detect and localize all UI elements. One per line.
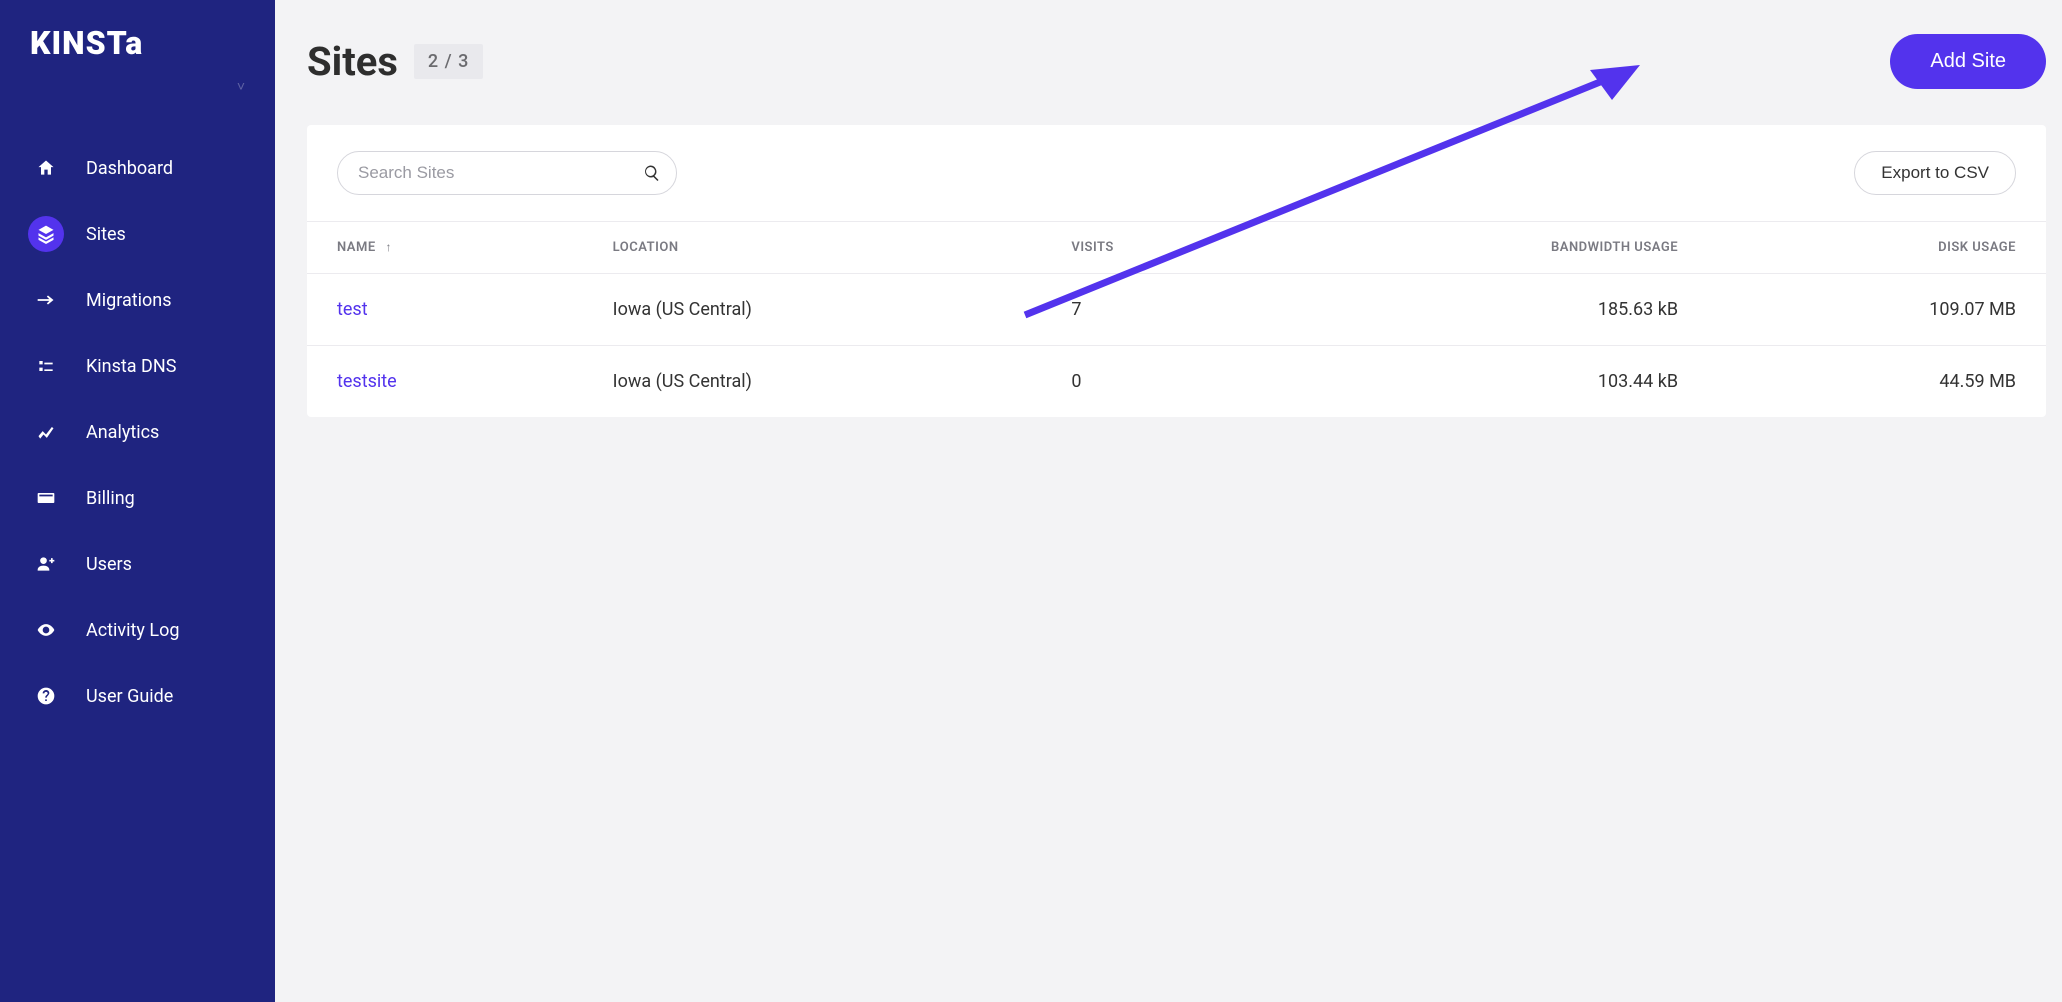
- analytics-icon: [28, 414, 64, 450]
- cell-visits: 7: [1041, 274, 1277, 346]
- cell-location: Iowa (US Central): [583, 274, 1042, 346]
- col-header-disk[interactable]: DISK USAGE: [1708, 222, 2046, 274]
- dns-icon: [28, 348, 64, 384]
- users-icon: [28, 546, 64, 582]
- sidebar-item-label: Analytics: [86, 422, 247, 443]
- sidebar-item-label: User Guide: [86, 686, 247, 707]
- sidebar-item-billing[interactable]: Billing: [0, 465, 275, 531]
- page-header: Sites 2 / 3 Add Site: [307, 34, 2046, 89]
- cell-bandwidth: 103.44 kB: [1277, 346, 1708, 418]
- chevron-down-icon: ˅: [237, 78, 245, 95]
- sidebar-item-label: Dashboard: [86, 158, 247, 179]
- sites-table: NAME ↑ LOCATION VISITS BANDWIDTH USAGE D…: [307, 221, 2046, 417]
- sites-card: Export to CSV NAME ↑ LOCATION VISITS BAN…: [307, 125, 2046, 417]
- sidebar: KINSTa ˅ Dashboard Sites Migrations: [0, 0, 275, 1002]
- sidebar-item-label: Activity Log: [86, 620, 247, 641]
- layers-icon: [28, 216, 64, 252]
- sidebar-item-dns[interactable]: Kinsta DNS: [0, 333, 275, 399]
- sidebar-item-users[interactable]: Users: [0, 531, 275, 597]
- table-row[interactable]: testsite Iowa (US Central) 0 103.44 kB 4…: [307, 346, 2046, 418]
- sidebar-item-label: Billing: [86, 488, 247, 509]
- title-wrap: Sites 2 / 3: [307, 38, 483, 85]
- main-content: Sites 2 / 3 Add Site Export to CSV NAME …: [275, 0, 2062, 1002]
- export-csv-button[interactable]: Export to CSV: [1854, 151, 2016, 195]
- sidebar-item-guide[interactable]: User Guide: [0, 663, 275, 729]
- col-header-location[interactable]: LOCATION: [583, 222, 1042, 274]
- site-link[interactable]: test: [337, 299, 368, 320]
- sidebar-item-sites[interactable]: Sites: [0, 201, 275, 267]
- search-icon: [643, 164, 661, 182]
- sidebar-item-label: Users: [86, 554, 247, 575]
- migrate-icon: [28, 282, 64, 318]
- home-icon: [28, 150, 64, 186]
- sidebar-item-label: Kinsta DNS: [86, 356, 247, 377]
- col-header-label: NAME: [337, 240, 376, 255]
- sidebar-item-activity[interactable]: Activity Log: [0, 597, 275, 663]
- add-site-button[interactable]: Add Site: [1890, 34, 2046, 89]
- cell-disk: 109.07 MB: [1708, 274, 2046, 346]
- brand-logo: KINSTa: [0, 24, 275, 72]
- sidebar-item-label: Migrations: [86, 290, 247, 311]
- card-toolbar: Export to CSV: [307, 125, 2046, 221]
- cell-location: Iowa (US Central): [583, 346, 1042, 418]
- site-link[interactable]: testsite: [337, 371, 397, 392]
- col-header-name[interactable]: NAME ↑: [307, 222, 583, 274]
- sidebar-nav: Dashboard Sites Migrations Kinsta DNS An…: [0, 135, 275, 729]
- search-input[interactable]: [337, 151, 677, 195]
- company-selector[interactable]: ˅: [0, 72, 275, 115]
- col-header-bandwidth[interactable]: BANDWIDTH USAGE: [1277, 222, 1708, 274]
- cell-disk: 44.59 MB: [1708, 346, 2046, 418]
- billing-icon: [28, 480, 64, 516]
- sort-arrow-icon: ↑: [385, 240, 392, 254]
- eye-icon: [28, 612, 64, 648]
- sidebar-item-migrations[interactable]: Migrations: [0, 267, 275, 333]
- sidebar-item-label: Sites: [86, 224, 247, 245]
- table-row[interactable]: test Iowa (US Central) 7 185.63 kB 109.0…: [307, 274, 2046, 346]
- sidebar-item-analytics[interactable]: Analytics: [0, 399, 275, 465]
- sidebar-item-dashboard[interactable]: Dashboard: [0, 135, 275, 201]
- cell-visits: 0: [1041, 346, 1277, 418]
- search-wrap: [337, 151, 677, 195]
- page-title: Sites: [307, 38, 398, 85]
- help-icon: [28, 678, 64, 714]
- site-count-badge: 2 / 3: [414, 44, 483, 79]
- cell-bandwidth: 185.63 kB: [1277, 274, 1708, 346]
- col-header-visits[interactable]: VISITS: [1041, 222, 1277, 274]
